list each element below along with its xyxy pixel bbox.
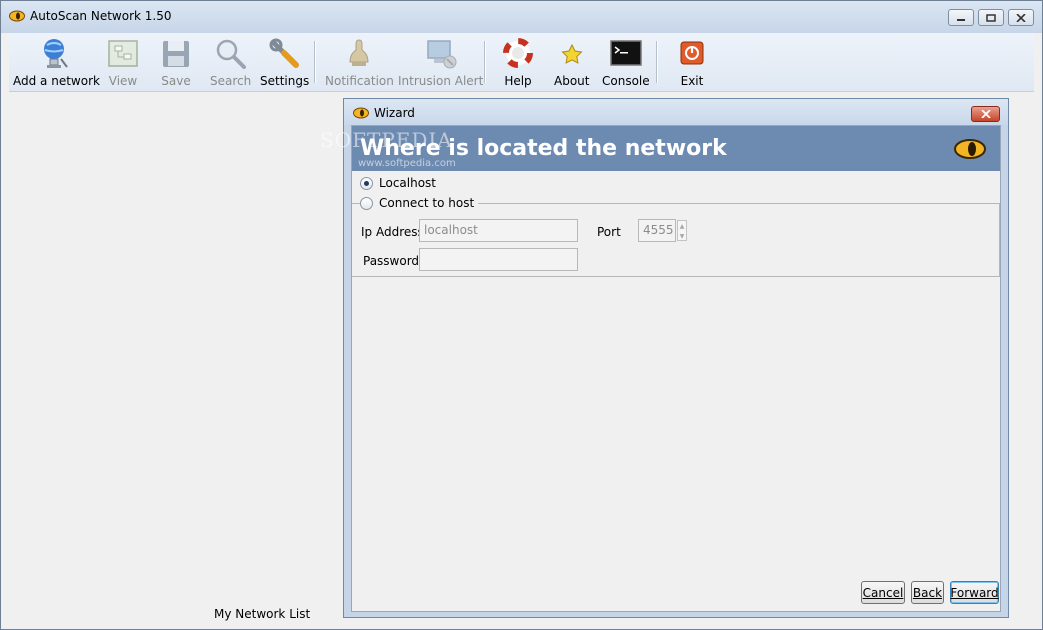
toolbar-label: Exit (680, 74, 704, 88)
star-icon (561, 43, 583, 64)
restore-icon (986, 13, 996, 22)
connect-host-label: Connect to host (379, 196, 475, 210)
toolbar-label: Console (602, 74, 650, 88)
connect-host-radio[interactable] (360, 196, 373, 210)
toolbar-separator (484, 41, 485, 83)
cancel-button[interactable]: Cancel (861, 581, 905, 604)
toolbar-label: Add a network (13, 74, 100, 88)
chevron-down-icon[interactable]: ▼ (678, 231, 686, 241)
exit-icon (680, 41, 704, 65)
wizard-close-button[interactable] (971, 106, 1000, 122)
wizard-title: Wizard (374, 106, 415, 120)
wizard-body: Where is located the network Localhost C… (351, 125, 1001, 612)
settings-button[interactable]: Settings (260, 37, 309, 89)
softpedia-watermark: SOFTPEDIA (320, 128, 453, 152)
forward-button[interactable]: Forward (950, 581, 999, 604)
view-button[interactable]: View (106, 37, 140, 89)
toolbar-label: About (554, 74, 590, 88)
intrusion-alert-icon (426, 40, 457, 69)
help-icon (503, 38, 533, 68)
console-button[interactable]: Console (602, 37, 650, 89)
wizard-dialog: Wizard Where is located the network Loca… (343, 98, 1009, 618)
about-button[interactable]: About (554, 37, 589, 89)
toolbar-label: Search (210, 74, 252, 88)
ip-address-label: Ip Address (361, 225, 424, 239)
toolbar-label: View (108, 74, 138, 88)
search-button[interactable]: Search (210, 37, 251, 89)
password-label: Password (363, 254, 420, 268)
toolbar-separator (314, 41, 315, 83)
localhost-label: Localhost (379, 176, 437, 190)
title-bar[interactable]: AutoScan Network 1.50 (1, 1, 1042, 33)
password-input[interactable] (419, 248, 578, 271)
main-toolbar: Add a network View Save Search Settings … (9, 33, 1034, 92)
exit-button[interactable]: Exit (675, 37, 709, 89)
console-icon (610, 40, 642, 66)
toolbar-label: Settings (260, 74, 310, 88)
view-icon (108, 40, 138, 67)
window-title: AutoScan Network 1.50 (30, 9, 172, 23)
chevron-up-icon[interactable]: ▲ (678, 221, 686, 231)
intrusion-alert-button[interactable]: Intrusion Alert (398, 37, 483, 89)
autoscan-eye-icon (9, 10, 25, 22)
window-controls (948, 9, 1034, 26)
autoscan-eye-icon (353, 107, 369, 119)
help-button[interactable]: Help (501, 37, 535, 89)
save-button[interactable]: Save (159, 37, 193, 89)
localhost-option[interactable]: Localhost (360, 176, 436, 190)
add-network-button[interactable]: Add a network (13, 37, 100, 89)
network-list-label: My Network List (214, 607, 311, 621)
network-list-panel[interactable]: My Network List (9, 93, 343, 623)
softpedia-watermark-url: www.softpedia.com (358, 158, 456, 169)
port-stepper[interactable]: ▲ ▼ (677, 220, 687, 241)
ip-address-input[interactable]: localhost (419, 219, 578, 242)
toolbar-separator (656, 41, 657, 83)
toolbar-label: Notification (325, 74, 394, 88)
toolbar-label: Save (161, 74, 191, 88)
save-icon (163, 41, 189, 67)
connect-host-group: Connect to host Ip Address localhost Por… (352, 196, 1000, 277)
connect-host-option[interactable]: Connect to host (360, 196, 479, 210)
autoscan-eye-icon (954, 139, 986, 159)
search-icon (216, 39, 246, 69)
minimize-button[interactable] (948, 9, 974, 26)
port-label: Port (597, 225, 621, 239)
restore-button[interactable] (978, 9, 1004, 26)
close-button[interactable] (1008, 9, 1034, 26)
close-icon (1016, 13, 1026, 22)
add-network-icon (44, 39, 69, 68)
notification-icon (349, 39, 369, 66)
localhost-radio[interactable] (360, 176, 373, 190)
minimize-icon (957, 18, 965, 21)
wizard-title-bar[interactable]: Wizard (344, 99, 1008, 125)
settings-icon (269, 38, 299, 68)
close-icon (980, 110, 991, 118)
notification-button[interactable]: Notification (325, 37, 394, 89)
port-input[interactable]: 4555 (638, 219, 676, 242)
toolbar-label: Help (504, 74, 532, 88)
toolbar-label: Intrusion Alert (398, 74, 484, 88)
back-button[interactable]: Back (911, 581, 944, 604)
